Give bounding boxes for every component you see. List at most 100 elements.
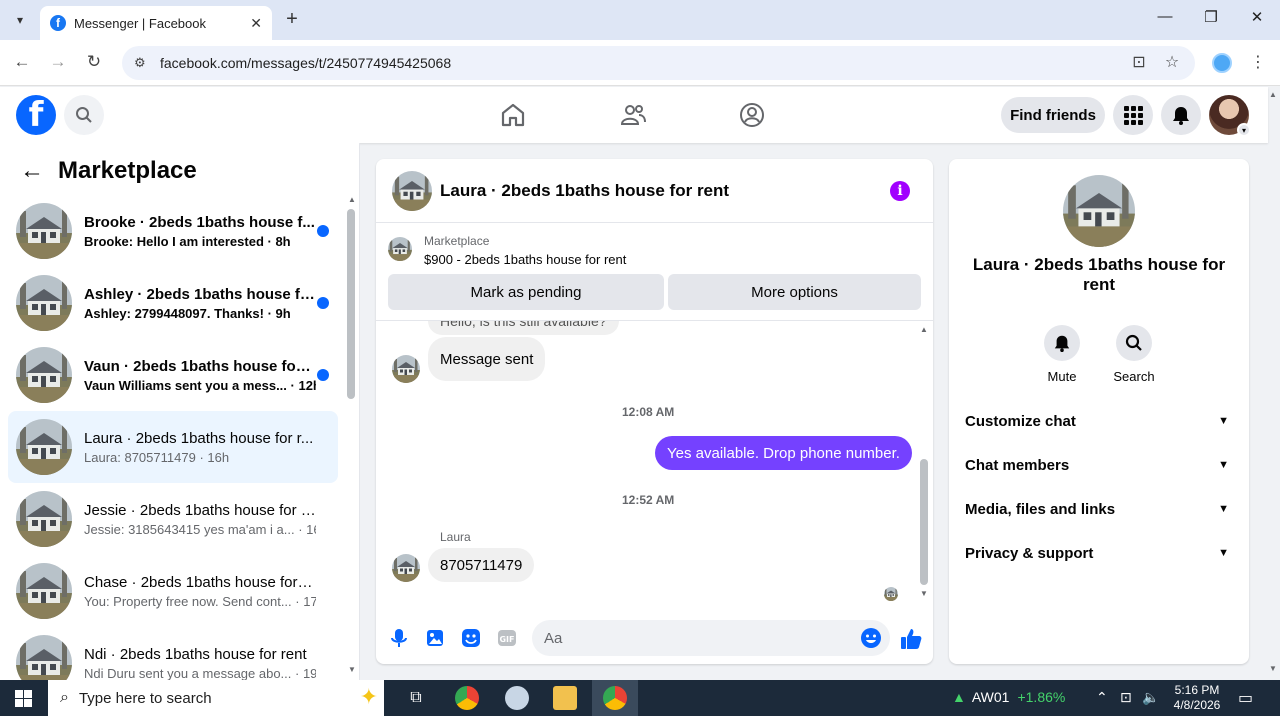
close-tab-icon[interactable]: ✕ [250, 15, 262, 32]
sidebar-scroll-down-icon[interactable]: ▼ [348, 665, 356, 674]
restore-icon[interactable]: ❐ [1199, 8, 1223, 26]
search-in-chat-button[interactable]: Search [1104, 325, 1164, 384]
account-chevron-down-icon[interactable]: ▾ [1237, 123, 1251, 137]
copilot-sparkle-icon: ✦ [359, 684, 378, 709]
info-icon[interactable]: i [890, 181, 910, 201]
conversation-item[interactable]: Chase · 2beds 1baths house for r... You: … [8, 555, 338, 627]
home-icon[interactable] [499, 101, 527, 129]
microphone-icon[interactable] [388, 627, 410, 649]
search-label: Search [1113, 369, 1155, 384]
address-bar[interactable]: ⚙ facebook.com/messages/t/24507749454250… [122, 46, 1195, 80]
svg-text:GIF: GIF [499, 635, 514, 644]
sidebar-scroll-up-icon[interactable]: ▲ [348, 195, 356, 204]
listing-thumbnail [16, 275, 72, 331]
gif-icon[interactable]: GIF [496, 627, 518, 649]
bookmark-star-icon[interactable]: ☆ [1161, 52, 1183, 72]
clock-time: 5:16 PM [1174, 683, 1220, 697]
friends-icon[interactable] [619, 101, 647, 129]
chat-scroll-up-icon[interactable]: ▲ [920, 325, 928, 334]
profile-avatar[interactable]: ▾ [1209, 95, 1251, 137]
listing-title[interactable]: $900 - 2beds 1baths house for rent [424, 252, 626, 267]
customize-chat-row[interactable]: Customize chat ▼ [965, 401, 1233, 441]
stock-change: +1.86% [1017, 689, 1066, 705]
app-icon[interactable] [505, 686, 529, 710]
like-thumbs-up-icon[interactable] [899, 627, 923, 651]
message-timestamp: 12:52 AM [622, 493, 675, 507]
conversation-item[interactable]: Jessie · 2beds 1baths house for r... Jess… [8, 483, 338, 555]
listing-thumbnail [16, 419, 72, 475]
tab-search-dropdown-icon[interactable]: ▾ [8, 8, 32, 32]
conversation-time: · 8h [267, 233, 291, 249]
windows-taskbar: ⌕ Type here to search ✦ ⧉ ▲ AW01 +1.86% … [0, 680, 1280, 716]
emoji-icon[interactable] [860, 627, 882, 649]
mute-label: Mute [1047, 369, 1077, 384]
search-icon [1125, 334, 1142, 351]
unread-dot [317, 369, 329, 381]
taskbar-search-box[interactable]: ⌕ Type here to search ✦ [48, 680, 384, 716]
chat-members-row[interactable]: Chat members ▼ [965, 445, 1233, 485]
conversation-item[interactable]: Ashley · 2beds 1baths house fo... Ashley:… [8, 267, 338, 339]
chrome-icon[interactable] [603, 686, 627, 710]
windows-start-icon[interactable] [15, 690, 32, 707]
listing-thumbnail [16, 203, 72, 259]
browser-menu-icon[interactable]: ⋮ [1250, 52, 1266, 72]
notification-center-icon[interactable]: ▭ [1238, 688, 1253, 708]
menu-grid-icon[interactable] [1113, 95, 1153, 135]
back-icon[interactable]: ← [10, 52, 34, 72]
site-info-icon[interactable]: ⚙ [134, 55, 150, 71]
new-tab-icon[interactable]: + [282, 8, 302, 31]
listing-thumbnail[interactable] [388, 237, 412, 261]
photo-icon[interactable] [424, 627, 446, 649]
message-input[interactable] [532, 620, 890, 656]
sender-avatar [392, 355, 420, 383]
conversation-preview: Laura: 8705711479 [84, 449, 196, 465]
media-files-links-row[interactable]: Media, files and links ▼ [965, 489, 1233, 529]
conversation-preview: Vaun Williams sent you a mess... [84, 377, 287, 393]
reload-icon[interactable]: ↻ [82, 52, 106, 72]
chrome-profile-icon[interactable] [455, 686, 479, 710]
stock-chart-icon: ▲ [952, 689, 966, 705]
forward-icon[interactable]: → [46, 52, 70, 72]
sidebar-scrollbar[interactable] [347, 209, 355, 399]
page-scroll-up-icon[interactable]: ▲ [1269, 90, 1277, 99]
listing-thumbnail-large[interactable] [1063, 175, 1135, 247]
browser-tab-messenger[interactable]: f Messenger | Facebook ✕ [40, 6, 272, 40]
section-label: Customize chat [965, 412, 1076, 430]
mute-button[interactable]: Mute [1032, 325, 1092, 384]
page-scroll-down-icon[interactable]: ▼ [1269, 664, 1277, 673]
show-hidden-icons-chevron-up-icon[interactable]: ⌃ [1096, 689, 1108, 706]
chat-thumbnail[interactable] [392, 171, 432, 211]
chat-title[interactable]: Laura · 2beds 1baths house for rent [440, 181, 729, 201]
taskbar-clock[interactable]: 5:16 PM 4/8/2026 [1162, 683, 1232, 713]
stock-widget[interactable]: ▲ AW01 +1.86% [952, 689, 1065, 705]
close-window-icon[interactable]: ✕ [1245, 8, 1269, 26]
task-view-icon[interactable]: ⧉ [404, 686, 428, 710]
chat-scroll-down-icon[interactable]: ▼ [920, 589, 928, 598]
more-options-button[interactable]: More options [668, 274, 921, 310]
facebook-logo-icon[interactable]: f [16, 95, 56, 135]
network-icon[interactable]: ⊡ [1120, 689, 1132, 706]
volume-icon[interactable]: 🔈 [1142, 689, 1159, 706]
extension-icon[interactable] [1212, 53, 1232, 73]
sticker-icon[interactable] [460, 627, 482, 649]
back-arrow-icon[interactable]: ← [20, 157, 44, 185]
find-friends-button[interactable]: Find friends [1001, 97, 1105, 133]
notifications-bell-icon[interactable] [1161, 95, 1201, 135]
conversation-item-active[interactable]: Laura · 2beds 1baths house for r... Laura… [8, 411, 338, 483]
conversation-preview: You: Property free now. Send cont... [84, 593, 292, 609]
mark-as-pending-button[interactable]: Mark as pending [388, 274, 664, 310]
search-icon[interactable] [64, 95, 104, 135]
conversation-title: Chase · 2beds 1baths house for r... [84, 573, 316, 591]
privacy-support-row[interactable]: Privacy & support ▼ [965, 533, 1233, 573]
minimize-icon[interactable]: — [1153, 8, 1177, 25]
bell-icon [1054, 335, 1070, 352]
message-bubble-incoming: Message sent [428, 337, 546, 381]
file-explorer-icon[interactable] [553, 686, 577, 710]
tab-title: Messenger | Facebook [74, 15, 206, 31]
chat-scrollbar[interactable] [920, 459, 928, 585]
search-icon: ⌕ [60, 689, 69, 706]
groups-icon[interactable] [738, 101, 766, 129]
install-app-icon[interactable]: ⊡ [1128, 52, 1150, 72]
conversation-item[interactable]: Vaun · 2beds 1baths house for ... Vaun Wi… [8, 339, 338, 411]
conversation-item[interactable]: Brooke · 2beds 1baths house f... Brooke: … [8, 195, 338, 267]
